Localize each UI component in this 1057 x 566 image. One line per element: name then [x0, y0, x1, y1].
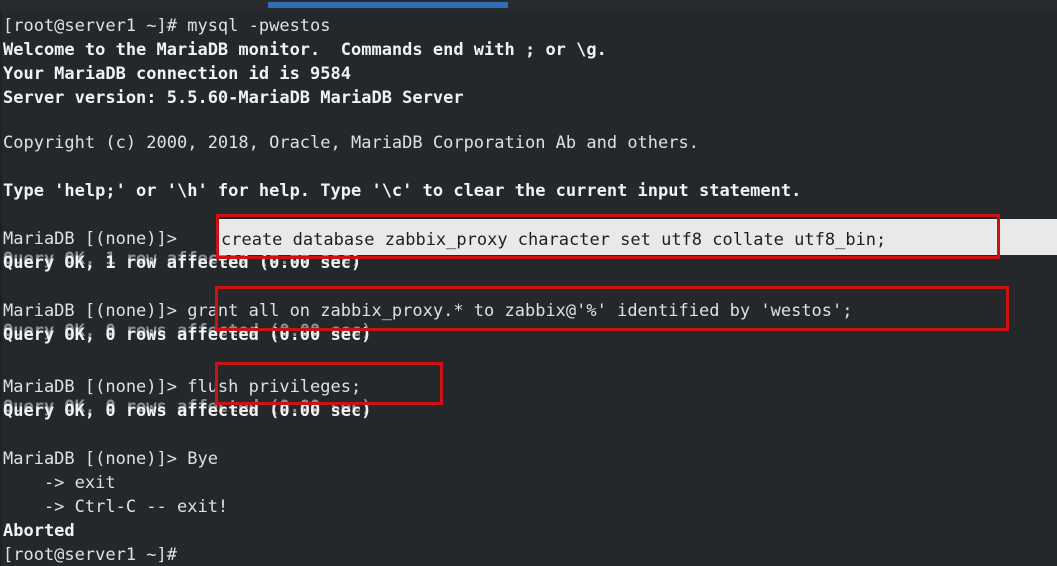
terminal-line: Server version: 5.5.60-MariaDB MariaDB S… [3, 88, 464, 108]
progress-bar [268, 2, 508, 8]
terminal-line: [root@server1 ~]# [3, 545, 177, 565]
terminal-line: MariaDB [(none)]> [3, 229, 177, 249]
window-top-strip [0, 0, 1057, 11]
terminal-line: -> exit [3, 473, 116, 493]
terminal-line: -> Ctrl-C -- exit! [3, 497, 229, 517]
terminal-window: Query OK, 1 row affected (0.00 sec) Query… [0, 0, 1057, 566]
terminal-line: Copyright (c) 2000, 2018, Oracle, MariaD… [3, 133, 699, 153]
terminal-line: [root@server1 ~]# mysql -pwestos [3, 16, 331, 36]
annotation-box-create-database [216, 214, 1000, 259]
annotation-box-flush-privileges [215, 362, 443, 405]
annotation-box-grant-privileges [215, 286, 1009, 331]
terminal-line: Aborted [3, 521, 75, 541]
terminal-line: MariaDB [(none)]> Bye [3, 449, 218, 469]
terminal-line: Welcome to the MariaDB monitor. Commands… [3, 40, 607, 60]
terminal-line: Your MariaDB connection id is 9584 [3, 64, 351, 84]
terminal-line: Type 'help;' or '\h' for help. Type '\c'… [3, 181, 802, 201]
